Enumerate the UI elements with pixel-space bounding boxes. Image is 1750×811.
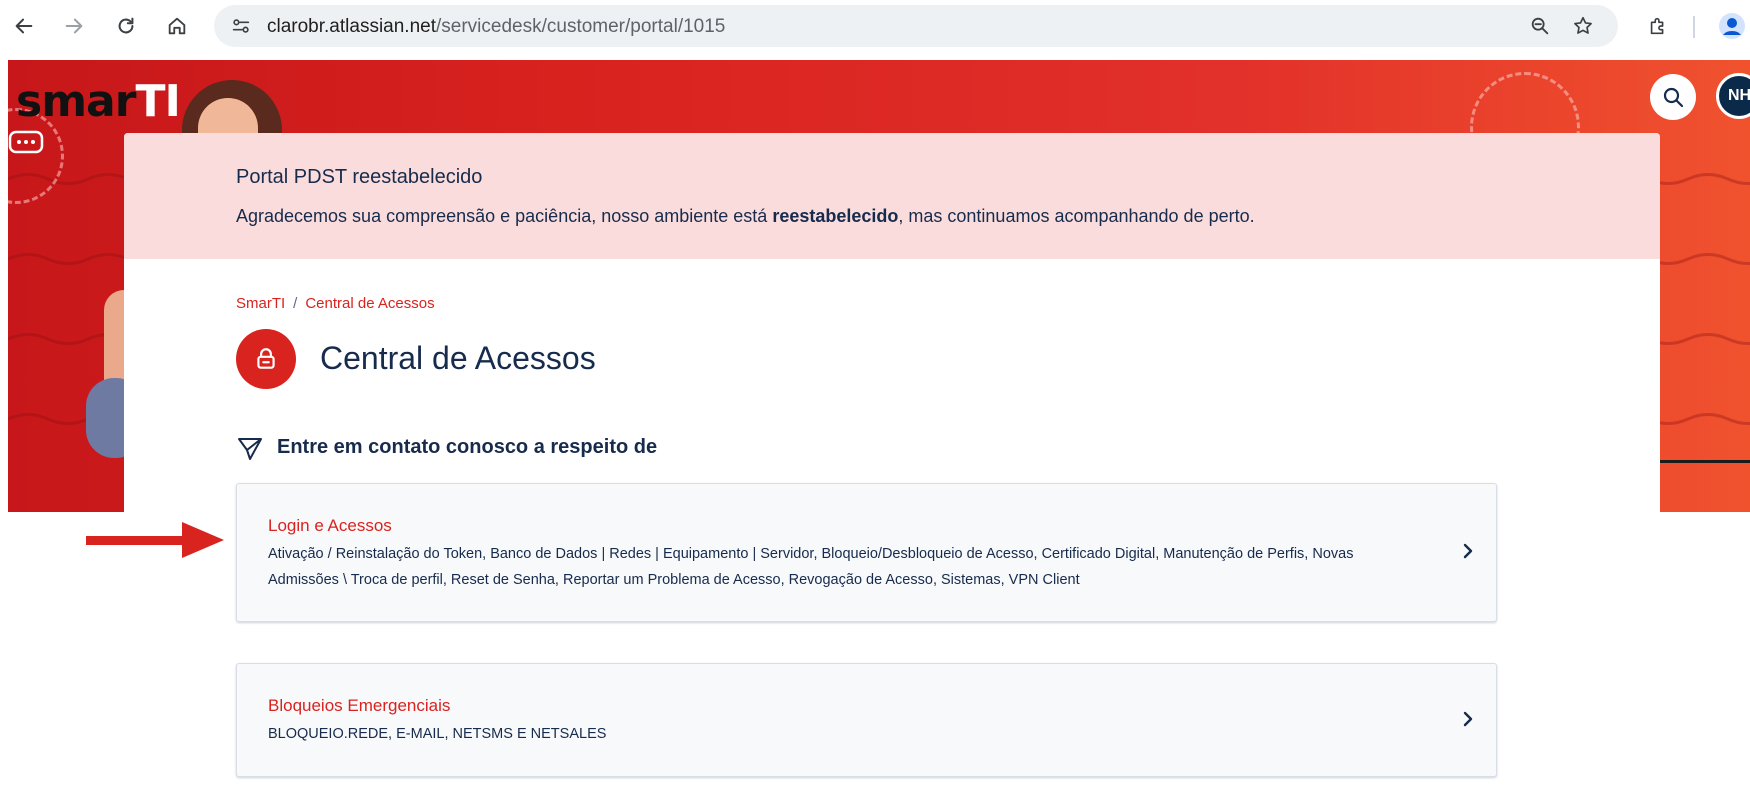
breadcrumb-root-link[interactable]: SmarTI xyxy=(236,295,285,312)
back-icon[interactable] xyxy=(8,10,40,42)
search-icon xyxy=(1663,87,1684,108)
send-icon xyxy=(238,438,262,460)
chat-bubble-icon xyxy=(8,130,44,154)
forward-icon[interactable] xyxy=(58,10,90,42)
profile-icon[interactable] xyxy=(1716,10,1748,42)
logo-accent-text: TI xyxy=(135,76,180,127)
portal-title: Central de Acessos xyxy=(320,340,596,376)
url-host: clarobr.atlassian.net xyxy=(267,16,436,37)
announcement-body: Agradecemos sua compreensão e paciência,… xyxy=(236,206,1255,227)
portal-content-card: Portal PDST reestabelecido Agradecemos s… xyxy=(124,133,1660,811)
announcement-text-end: , mas continuamos acompanhando de perto. xyxy=(898,206,1255,226)
request-type-card-login[interactable]: Login e Acessos Ativação / Reinstalação … xyxy=(236,483,1497,622)
chevron-right-icon xyxy=(1463,711,1473,727)
browser-toolbar: clarobr.atlassian.net/servicedesk/custom… xyxy=(0,0,1750,56)
reload-icon[interactable] xyxy=(110,10,142,42)
smarti-logo[interactable]: smarTI xyxy=(16,76,181,127)
request-type-title: Login e Acessos xyxy=(268,516,392,535)
request-type-card-bloqueios[interactable]: Bloqueios Emergenciais BLOQUEIO.REDE, E-… xyxy=(236,663,1497,777)
portal-avatar xyxy=(236,329,296,389)
chevron-right-icon xyxy=(1463,543,1473,559)
bookmark-star-icon[interactable] xyxy=(1562,5,1604,47)
breadcrumb-separator: / xyxy=(293,295,298,312)
extensions-icon[interactable] xyxy=(1642,10,1674,42)
request-type-title: Bloqueios Emergenciais xyxy=(268,696,451,715)
address-bar[interactable]: clarobr.atlassian.net/servicedesk/custom… xyxy=(214,5,1618,47)
announcement-banner: Portal PDST reestabelecido Agradecemos s… xyxy=(124,133,1660,259)
announcement-text-bold: reestabelecido xyxy=(772,206,899,226)
announcement-title: Portal PDST reestabelecido xyxy=(236,166,483,188)
url-text[interactable]: clarobr.atlassian.net/servicedesk/custom… xyxy=(267,16,725,38)
logo-main-text: smar xyxy=(16,76,136,127)
request-type-description: BLOQUEIO.REDE, E-MAIL, NETSMS E NETSALES xyxy=(268,726,607,742)
breadcrumb: SmarTI / Central de Acessos xyxy=(236,295,435,312)
lock-icon xyxy=(257,348,275,369)
site-settings-icon[interactable] xyxy=(220,5,262,47)
breadcrumb-current-link[interactable]: Central de Acessos xyxy=(305,295,434,312)
toolbar-divider xyxy=(1693,16,1695,38)
request-type-description: Ativação / Reinstalação do Token, Banco … xyxy=(268,546,1354,588)
home-icon[interactable] xyxy=(161,10,193,42)
announcement-text-start: Agradecemos sua compreensão e paciência,… xyxy=(236,206,773,226)
annotation-arrow-icon xyxy=(86,522,224,558)
search-button[interactable] xyxy=(1650,74,1696,120)
contact-heading: Entre em contato conosco a respeito de xyxy=(277,436,658,458)
zoom-icon[interactable] xyxy=(1519,5,1561,47)
url-path: /servicedesk/customer/portal/1015 xyxy=(436,16,726,37)
